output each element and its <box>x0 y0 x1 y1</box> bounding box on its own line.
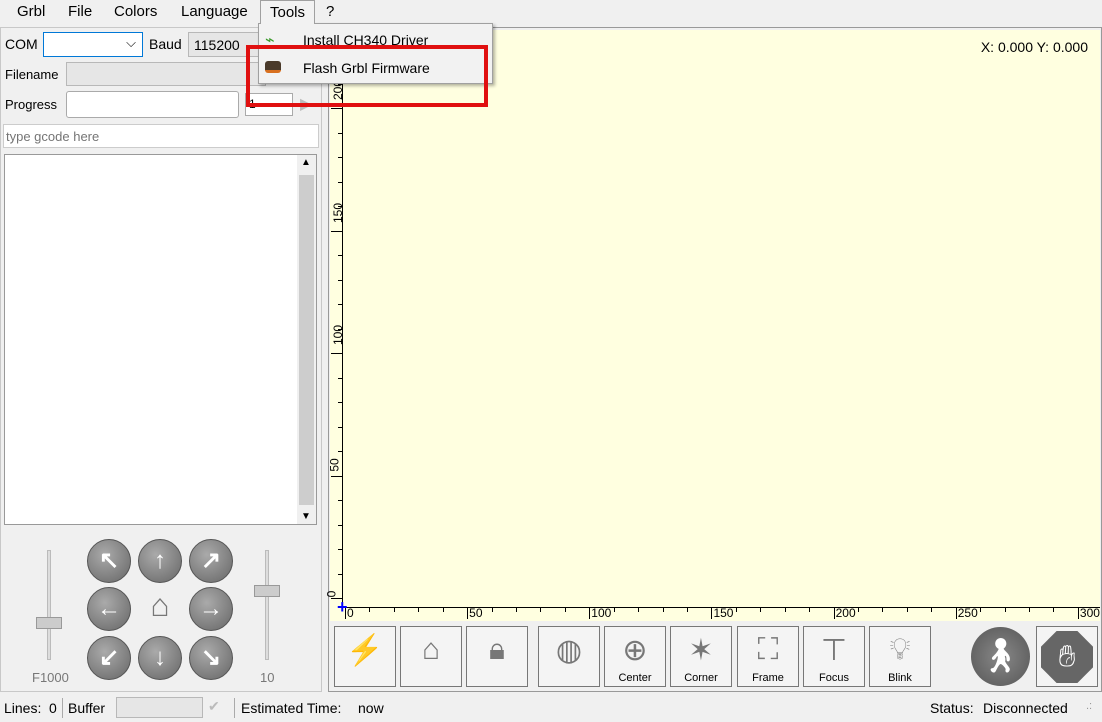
status-value: Disconnected <box>983 700 1068 716</box>
corner-button[interactable]: ✶ Corner <box>670 626 732 687</box>
chevron-down-icon: ⌵ <box>126 35 136 50</box>
home-icon: ⌂ <box>421 633 441 666</box>
feed-slider-handle[interactable] <box>36 617 62 629</box>
menu-language[interactable]: Language <box>181 3 248 20</box>
feed-value: F1000 <box>32 670 69 685</box>
menu-grbl[interactable]: Grbl <box>17 3 45 20</box>
blink-button[interactable]: 💡︎ Blink <box>869 626 931 687</box>
estimated-time-label: Estimated Time: <box>241 700 342 716</box>
button-caption: Frame <box>752 672 784 684</box>
gcode-input[interactable] <box>3 124 319 148</box>
y-tick-label: 50 <box>327 457 342 472</box>
frame-button[interactable]: ⛶ Frame <box>737 626 799 687</box>
y-tick-label: 150 <box>331 202 346 223</box>
lines-label: Lines: <box>4 700 42 716</box>
lightning-icon: ⚡ <box>346 634 384 667</box>
resume-button[interactable]: 🚶︎ <box>970 626 1032 687</box>
com-label: COM <box>5 36 38 52</box>
reset-button[interactable]: ⚡ <box>334 626 396 687</box>
frame-icon: ⛶ <box>757 633 779 666</box>
button-caption: Center <box>618 672 652 684</box>
scroll-down-icon[interactable]: ▼ <box>301 511 311 522</box>
estimated-time-value: now <box>358 700 384 716</box>
log-list: ▲ ▼ <box>4 154 317 525</box>
center-icon: ⊕ <box>622 634 648 667</box>
globe-icon: ◍ <box>555 634 583 667</box>
jog-up-left-button[interactable]: ↖ <box>87 539 131 583</box>
scrollbar[interactable]: ▲ ▼ <box>297 155 316 524</box>
button-caption: Focus <box>819 672 849 684</box>
jog-down-right-button[interactable]: ↘ <box>189 636 233 680</box>
button-caption: Blink <box>888 672 912 684</box>
jog-up-button[interactable]: ↑ <box>138 539 182 583</box>
menubar: Grbl File Colors Language Tools ? <box>0 0 1102 24</box>
x-tick-label: 150 <box>713 606 734 620</box>
walk-icon: 🚶︎ <box>971 627 1030 686</box>
x-tick <box>1077 607 1079 619</box>
x-tick-label: 250 <box>957 606 978 620</box>
x-tick <box>467 607 469 619</box>
x-tick <box>711 607 713 619</box>
lock-icon: 🔒︎ <box>489 633 505 666</box>
step-slider-handle[interactable] <box>254 585 280 597</box>
baud-label: Baud <box>149 36 182 52</box>
buffer-label: Buffer <box>68 700 106 716</box>
status-bar: Lines: 0 Buffer ✔ Estimated Time: now St… <box>0 694 1102 722</box>
progress-label: Progress <box>5 97 58 112</box>
com-select[interactable]: ⌵ <box>43 32 143 57</box>
menu-help[interactable]: ? <box>326 3 334 20</box>
jog-up-right-button[interactable]: ↗ <box>189 539 233 583</box>
scroll-up-icon[interactable]: ▲ <box>301 157 311 168</box>
jog-down-left-button[interactable]: ↙ <box>87 636 131 680</box>
x-tick <box>833 607 835 619</box>
x-tick-label: 50 <box>469 606 483 620</box>
resize-grip-icon[interactable]: .: <box>1086 700 1092 712</box>
lines-value: 0 <box>49 700 57 716</box>
button-caption: Corner <box>684 672 718 684</box>
plot-area[interactable] <box>343 30 1100 607</box>
jog-right-button[interactable]: → <box>189 587 233 631</box>
step-slider[interactable] <box>265 550 269 660</box>
x-tick-label: 300 <box>1079 606 1100 620</box>
step-value: 10 <box>260 670 275 685</box>
x-tick-label: 100 <box>591 606 612 620</box>
menu-file[interactable]: File <box>68 3 92 20</box>
focus-button[interactable]: ⊤ Focus <box>803 626 865 687</box>
jog-down-button[interactable]: ↓ <box>138 636 182 680</box>
x-tick <box>955 607 957 619</box>
menu-colors[interactable]: Colors <box>114 3 157 20</box>
unlock-button[interactable]: 🔒︎ <box>466 626 528 687</box>
bulb-icon: 💡︎ <box>889 633 911 666</box>
check-icon: ✔ <box>208 698 220 714</box>
filename-label: Filename <box>5 67 59 82</box>
jog-home-button[interactable]: ⌂ <box>138 587 182 631</box>
jog-left-button[interactable]: ← <box>87 587 131 631</box>
corner-icon: ✶ <box>688 634 714 667</box>
menu-tools[interactable]: Tools <box>260 0 316 24</box>
status-label: Status: <box>930 700 974 716</box>
filename-field <box>66 62 266 86</box>
stop-hand-icon: ✋︎ <box>1041 631 1093 683</box>
y-tick-label: 100 <box>331 324 346 346</box>
x-tick <box>589 607 591 619</box>
progress-bar <box>66 91 239 118</box>
highlight-box <box>246 45 488 107</box>
coords-readout: X: 0.000 Y: 0.000 <box>980 39 1088 55</box>
feed-slider[interactable] <box>47 550 51 660</box>
focus-icon: ⊤ <box>820 634 848 667</box>
set-origin-button[interactable]: ◍ <box>538 626 600 687</box>
origin-marker-icon: + <box>337 597 348 617</box>
home-button[interactable]: ⌂ <box>400 626 462 687</box>
x-tick-label: 200 <box>835 606 856 620</box>
center-button[interactable]: ⊕ Center <box>604 626 666 687</box>
x-tick-label: 0 <box>347 606 354 620</box>
buffer-bar <box>116 697 203 718</box>
stop-button[interactable]: ✋︎ <box>1036 626 1098 687</box>
